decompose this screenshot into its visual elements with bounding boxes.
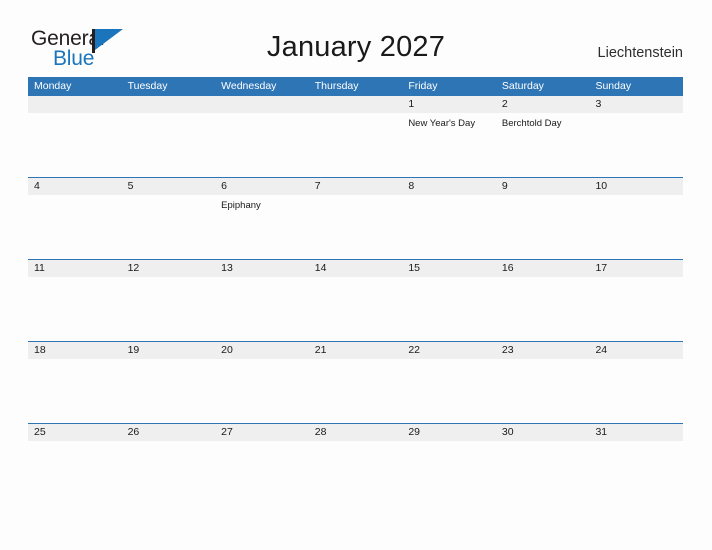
day-number: 4 [34,180,40,192]
day-cell[interactable]: 21 [309,342,403,423]
weekday-sunday: Sunday [595,80,632,92]
day-cell[interactable]: 2 Berchtold Day [496,96,590,177]
day-cell[interactable] [215,96,309,177]
day-event: New Year's Day [408,118,476,129]
day-number: 1 [408,98,415,110]
day-number: 18 [34,344,46,356]
day-number: 16 [501,262,514,274]
day-number: 19 [127,344,140,356]
day-cell[interactable]: 7 [309,178,403,259]
day-number: 23 [501,344,514,356]
day-cell[interactable]: 15 [402,260,496,341]
day-cell[interactable]: 30 [496,424,590,505]
day-number: 30 [501,426,514,438]
day-cell[interactable]: 9 [496,178,590,259]
day-number [221,96,309,113]
day-number: 5 [127,180,134,192]
day-number: 15 [408,262,420,274]
day-cell[interactable] [28,96,122,177]
day-number [34,96,122,113]
day-number: 17 [595,262,608,274]
day-number: 25 [34,426,46,438]
day-number: 29 [408,426,420,438]
day-number: 24 [595,344,608,356]
weekday-wednesday: Wednesday [221,80,277,92]
day-cell[interactable]: 31 [589,424,683,505]
day-cell[interactable]: 25 [28,424,122,505]
day-number: 2 [501,98,508,110]
day-number [315,96,403,113]
weekday-header-row: Monday Tuesday Wednesday Thursday Friday… [28,77,683,95]
day-cell[interactable]: 17 [589,260,683,341]
week-row: 25 26 27 28 29 30 31 [28,423,683,505]
week-row: 4 5 6 Epiphany 7 8 9 10 [28,177,683,259]
day-cell[interactable]: 29 [402,424,496,505]
day-number [128,96,216,113]
day-number: 12 [127,262,140,274]
day-cell[interactable]: 8 [402,178,496,259]
weekday-saturday: Saturday [501,80,544,92]
day-number: 11 [34,262,45,274]
day-number: 6 [221,180,227,192]
day-cell[interactable]: 26 [122,424,216,505]
week-row: 18 19 20 21 22 23 24 [28,341,683,423]
day-cell[interactable]: 13 [215,260,309,341]
day-cell[interactable]: 1 New Year's Day [402,96,496,177]
day-number: 31 [595,426,608,438]
day-number: 21 [314,344,327,356]
day-cell[interactable]: 22 [402,342,496,423]
day-cell[interactable]: 24 [589,342,683,423]
day-cell[interactable]: 16 [496,260,590,341]
day-number: 3 [595,98,602,110]
day-number: 26 [127,426,140,438]
day-cell[interactable]: 23 [496,342,590,423]
week-row: 11 12 13 14 15 16 17 [28,259,683,341]
day-number: 13 [221,262,233,274]
day-number: 14 [314,262,327,274]
day-cell[interactable]: 6 Epiphany [215,178,309,259]
day-number: 10 [595,180,608,192]
day-number: 8 [408,180,415,192]
day-cell[interactable]: 19 [122,342,216,423]
day-number: 27 [221,426,233,438]
day-cell[interactable] [309,96,403,177]
weekday-tuesday: Tuesday [127,80,168,92]
calendar-grid: Monday Tuesday Wednesday Thursday Friday… [28,77,683,505]
day-cell[interactable]: 3 [589,96,683,177]
week-row: 1 New Year's Day 2 Berchtold Day 3 [28,95,683,177]
day-event: Berchtold Day [501,118,562,129]
day-cell[interactable]: 18 [28,342,122,423]
page-header: General Blue January 2027 Liechtenstein [0,0,712,70]
day-cell[interactable]: 20 [215,342,309,423]
day-cell[interactable]: 5 [122,178,216,259]
region-label: Liechtenstein [597,45,683,61]
weekday-thursday: Thursday [314,80,359,92]
day-number: 7 [314,180,321,192]
day-cell[interactable]: 10 [589,178,683,259]
day-cell[interactable]: 4 [28,178,122,259]
day-cell[interactable] [122,96,216,177]
day-cell[interactable]: 11 [28,260,122,341]
weekday-monday: Monday [34,80,72,92]
day-number: 9 [501,180,508,192]
day-cell[interactable]: 12 [122,260,216,341]
day-cell[interactable]: 27 [215,424,309,505]
day-number: 20 [221,344,233,356]
day-cell[interactable]: 28 [309,424,403,505]
day-number: 22 [408,344,420,356]
day-number: 28 [314,426,327,438]
day-cell[interactable]: 14 [309,260,403,341]
weekday-friday: Friday [408,80,438,92]
day-event: Epiphany [221,200,261,211]
